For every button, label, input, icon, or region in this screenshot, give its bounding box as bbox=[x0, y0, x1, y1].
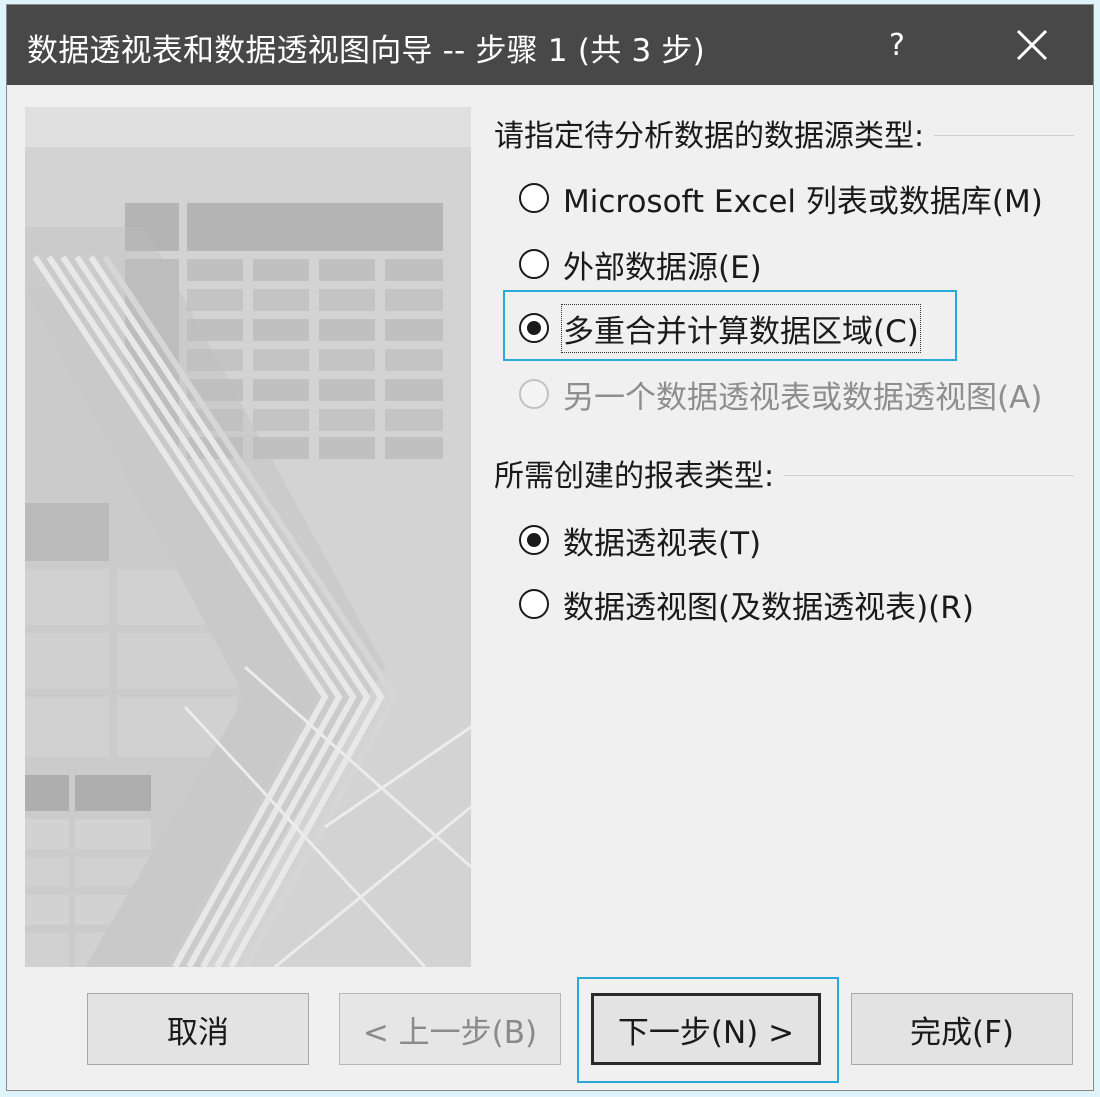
close-icon bbox=[1016, 29, 1048, 61]
radio-button-selected[interactable] bbox=[519, 313, 549, 343]
window-title: 数据透视表和数据透视图向导 -- 步骤 1 (共 3 步) bbox=[27, 33, 705, 69]
radio-option-external-source[interactable]: 外部数据源(E) bbox=[519, 239, 762, 289]
group-divider bbox=[934, 134, 1074, 136]
pivot-wizard-dialog: 数据透视表和数据透视图向导 -- 步骤 1 (共 3 步) ? 请指定待分析数据… bbox=[6, 4, 1094, 1091]
radio-label: 多重合并计算数据区域(C) bbox=[561, 303, 921, 353]
radio-label: Microsoft Excel 列表或数据库(M) bbox=[563, 183, 1043, 220]
radio-button[interactable] bbox=[519, 249, 549, 279]
radio-button[interactable] bbox=[519, 183, 549, 213]
finish-button[interactable]: 完成(F) bbox=[851, 993, 1073, 1065]
next-button[interactable]: 下一步(N) > bbox=[591, 993, 821, 1065]
radio-option-pivot-table[interactable]: 数据透视表(T) bbox=[519, 515, 761, 565]
radio-label: 数据透视图(及数据透视表)(R) bbox=[563, 589, 974, 626]
title-bar: 数据透视表和数据透视图向导 -- 步骤 1 (共 3 步) ? bbox=[7, 5, 1093, 85]
radio-label: 数据透视表(T) bbox=[563, 525, 762, 562]
radio-option-another-pivot: 另一个数据透视表或数据透视图(A) bbox=[519, 369, 1042, 419]
radio-option-excel-list[interactable]: Microsoft Excel 列表或数据库(M) bbox=[519, 173, 1043, 223]
cancel-button[interactable]: 取消 bbox=[87, 993, 309, 1065]
radio-button-disabled bbox=[519, 379, 549, 409]
help-button[interactable]: ? bbox=[867, 17, 927, 73]
close-button[interactable] bbox=[997, 17, 1067, 73]
radio-button-selected[interactable] bbox=[519, 525, 549, 555]
source-group-title: 请指定待分析数据的数据源类型: bbox=[494, 111, 1074, 155]
source-group-label: 请指定待分析数据的数据源类型: bbox=[494, 119, 925, 154]
wizard-illustration bbox=[25, 107, 471, 967]
report-group-label: 所需创建的报表类型: bbox=[494, 459, 775, 494]
report-group-title: 所需创建的报表类型: bbox=[494, 451, 1074, 495]
radio-option-multiple-consolidation[interactable]: 多重合并计算数据区域(C) bbox=[519, 303, 921, 353]
radio-option-pivot-chart[interactable]: 数据透视图(及数据透视表)(R) bbox=[519, 579, 974, 629]
back-button: < 上一步(B) bbox=[339, 993, 561, 1065]
radio-label: 另一个数据透视表或数据透视图(A) bbox=[563, 379, 1043, 416]
radio-button[interactable] bbox=[519, 589, 549, 619]
group-divider bbox=[784, 474, 1074, 476]
radio-label: 外部数据源(E) bbox=[563, 249, 762, 286]
